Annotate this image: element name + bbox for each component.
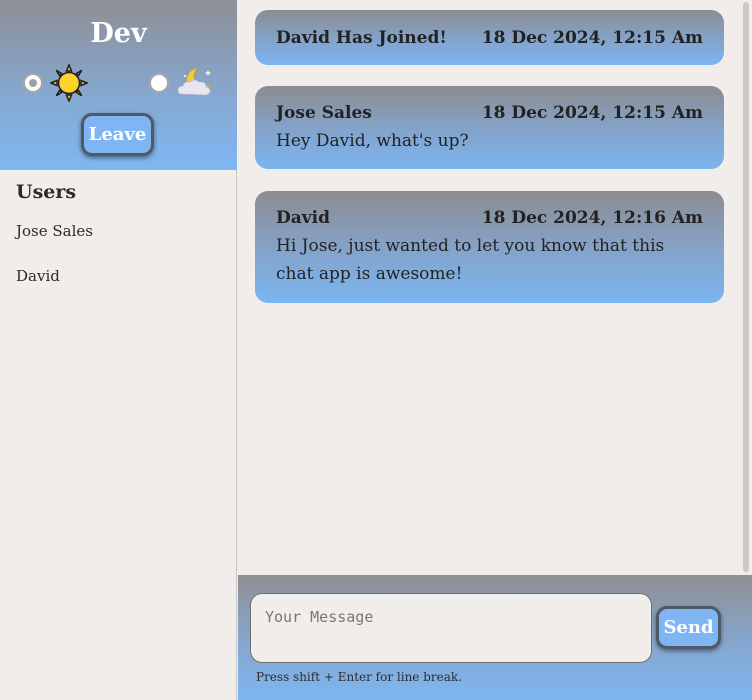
room-name: Dev [90, 18, 147, 49]
sidebar: Dev Leave Users Jose Sales David [0, 0, 237, 700]
scrollbar[interactable] [741, 0, 751, 575]
message-text: Hey David, what's up? [276, 131, 469, 151]
message-bubble: Jose Sales 18 Dec 2024, 12:15 Am Hey Dav… [255, 86, 724, 169]
moon-cloud-icon[interactable] [176, 64, 216, 100]
user-list: Jose Sales David [16, 220, 93, 310]
send-button[interactable]: Send [656, 606, 721, 649]
message-timestamp: 18 Dec 2024, 12:15 Am [481, 103, 703, 123]
message-list: David Has Joined! 18 Dec 2024, 12:15 Am … [238, 0, 752, 575]
message-bubble: David 18 Dec 2024, 12:16 Am Hi Jose, jus… [255, 191, 724, 303]
line-break-hint: Press shift + Enter for line break. [256, 670, 462, 684]
message-text: Hi Jose, just wanted to let you know tha… [276, 236, 665, 284]
light-theme-radio[interactable] [23, 73, 43, 93]
message-input[interactable] [250, 593, 652, 663]
message-timestamp: 18 Dec 2024, 12:15 Am [481, 28, 703, 48]
chat-app: Dev Leave Users Jose Sales David David H… [0, 0, 752, 700]
message-author: Jose Sales [276, 103, 372, 123]
composer: Send Press shift + Enter for line break. [238, 575, 752, 700]
users-heading: Users [16, 181, 77, 203]
sun-icon[interactable] [50, 64, 88, 102]
dark-theme-radio[interactable] [149, 73, 169, 93]
message-bubble: David Has Joined! 18 Dec 2024, 12:15 Am [255, 10, 724, 65]
message-author: David Has Joined! [276, 28, 447, 48]
user-item[interactable]: David [16, 265, 93, 310]
sidebar-header: Dev Leave [0, 0, 237, 170]
message-timestamp: 18 Dec 2024, 12:16 Am [481, 208, 703, 228]
leave-button[interactable]: Leave [81, 113, 154, 156]
user-item[interactable]: Jose Sales [16, 220, 93, 265]
scroll-thumb[interactable] [743, 2, 749, 572]
message-author: David [276, 208, 330, 228]
